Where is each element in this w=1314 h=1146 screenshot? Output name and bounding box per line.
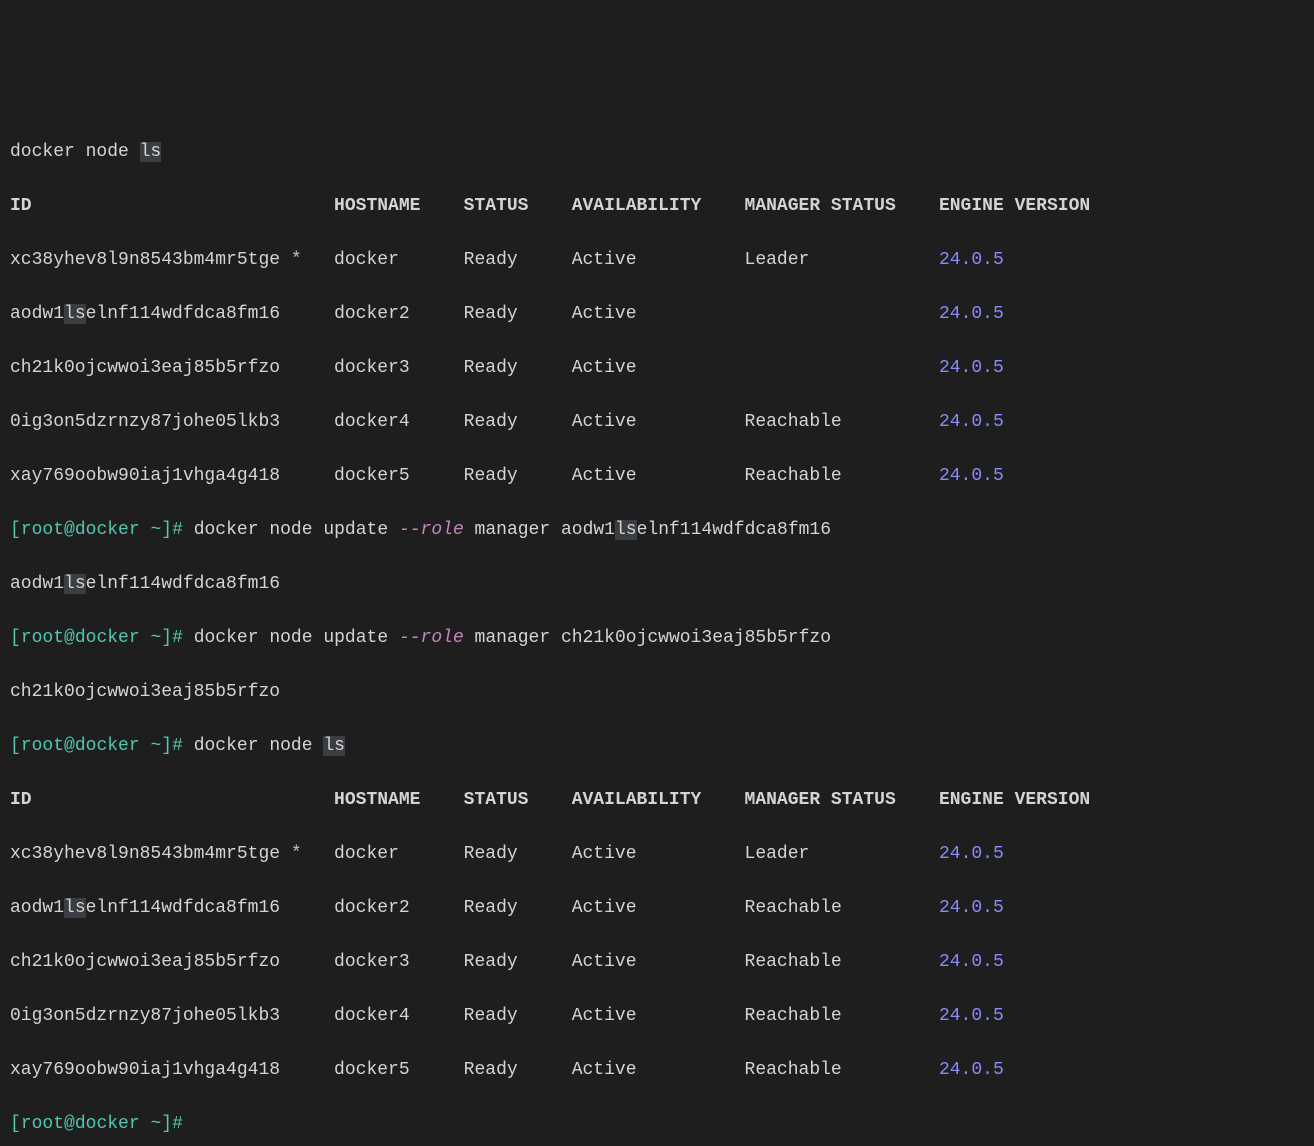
prompt-space (140, 1114, 151, 1134)
table-row: 0ig3on5dzrnzy87johe05lkb3 docker4 Ready … (10, 409, 1304, 436)
engine-version: 24.0.5 (939, 466, 1004, 486)
engine-version: 24.0.5 (939, 898, 1004, 918)
echo-text: ch21k0ojcwwoi3eaj85b5rfzo (10, 682, 280, 702)
table-row: ch21k0ojcwwoi3eaj85b5rfzo docker3 Ready … (10, 949, 1304, 976)
table-row: aodw1lselnf114wdfdca8fm16 docker2 Ready … (10, 301, 1304, 328)
row-body: aodw1lselnf114wdfdca8fm16 docker2 Ready … (10, 304, 939, 324)
table-row: xc38yhev8l9n8543bm4mr5tge * docker Ready… (10, 247, 1304, 274)
prompt-line-1: [root@docker ~]# docker node update --ro… (10, 517, 1304, 544)
search-highlight: ls (323, 736, 345, 756)
table-row: xay769oobw90iaj1vhga4g418 docker5 Ready … (10, 1057, 1304, 1084)
engine-version: 24.0.5 (939, 250, 1004, 270)
output-echo-2: ch21k0ojcwwoi3eaj85b5rfzo (10, 679, 1304, 706)
cmd-pre: docker node update (194, 520, 399, 540)
prompt-close: ] (161, 1114, 172, 1134)
prompt-open: [ (10, 1114, 21, 1134)
row-body: xc38yhev8l9n8543bm4mr5tge * docker Ready… (10, 250, 939, 270)
table-header-2: ID HOSTNAME STATUS AVAILABILITY MANAGER … (10, 787, 1304, 814)
prompt-close: ] (161, 520, 172, 540)
table-row: xay769oobw90iaj1vhga4g418 docker5 Ready … (10, 463, 1304, 490)
row-body: xay769oobw90iaj1vhga4g418 docker5 Ready … (10, 1060, 939, 1080)
prompt-user: root (21, 736, 64, 756)
prompt-at: @ (64, 1114, 75, 1134)
prompt-host: docker (75, 1114, 140, 1134)
engine-version: 24.0.5 (939, 304, 1004, 324)
output-echo-1: aodw1lselnf114wdfdca8fm16 (10, 571, 1304, 598)
engine-version: 24.0.5 (939, 1060, 1004, 1080)
cmd-text: docker node ls (10, 142, 161, 162)
engine-version: 24.0.5 (939, 844, 1004, 864)
prompt-hash: # (172, 1114, 194, 1134)
prompt-line-4[interactable]: [root@docker ~]# (10, 1111, 1304, 1138)
row-body: xc38yhev8l9n8543bm4mr5tge * docker Ready… (10, 844, 939, 864)
prompt-user: root (21, 628, 64, 648)
prompt-line-3: [root@docker ~]# docker node ls (10, 733, 1304, 760)
prompt-host: docker (75, 736, 140, 756)
engine-version: 24.0.5 (939, 1006, 1004, 1026)
prompt-open: [ (10, 628, 21, 648)
prompt-close: ] (161, 736, 172, 756)
cmd-flag: --role (399, 628, 464, 648)
echo-text: aodw1lselnf114wdfdca8fm16 (10, 574, 280, 594)
row-body: aodw1lselnf114wdfdca8fm16 docker2 Ready … (10, 898, 939, 918)
row-body: xay769oobw90iaj1vhga4g418 docker5 Ready … (10, 466, 939, 486)
search-highlight: ls (64, 898, 86, 918)
prompt-path: ~ (150, 628, 161, 648)
prompt-space (140, 628, 151, 648)
prompt-hash: # (172, 628, 194, 648)
prompt-at: @ (64, 736, 75, 756)
current-node-star-icon: * (280, 250, 302, 270)
prompt-path: ~ (150, 736, 161, 756)
prompt-host: docker (75, 520, 140, 540)
prompt-path: ~ (150, 1114, 161, 1134)
prompt-open: [ (10, 520, 21, 540)
prompt-at: @ (64, 520, 75, 540)
row-body: 0ig3on5dzrnzy87johe05lkb3 docker4 Ready … (10, 1006, 939, 1026)
search-highlight: ls (615, 520, 637, 540)
current-node-star-icon: * (280, 844, 302, 864)
prompt-hash: # (172, 736, 194, 756)
engine-version: 24.0.5 (939, 952, 1004, 972)
prompt-at: @ (64, 628, 75, 648)
cmd-text: docker node ls (194, 736, 345, 756)
search-highlight: ls (140, 142, 162, 162)
prompt-space (140, 736, 151, 756)
engine-version: 24.0.5 (939, 358, 1004, 378)
search-highlight: ls (64, 304, 86, 324)
prompt-open: [ (10, 736, 21, 756)
cmd-flag: --role (399, 520, 464, 540)
prompt-space (140, 520, 151, 540)
cmd-post: manager aodw1lselnf114wdfdca8fm16 (464, 520, 831, 540)
table-row: 0ig3on5dzrnzy87johe05lkb3 docker4 Ready … (10, 1003, 1304, 1030)
engine-version: 24.0.5 (939, 412, 1004, 432)
table-header-1: ID HOSTNAME STATUS AVAILABILITY MANAGER … (10, 193, 1304, 220)
table-row: xc38yhev8l9n8543bm4mr5tge * docker Ready… (10, 841, 1304, 868)
terminal-output[interactable]: docker node ls ID HOSTNAME STATUS AVAILA… (0, 108, 1314, 1146)
row-body: 0ig3on5dzrnzy87johe05lkb3 docker4 Ready … (10, 412, 939, 432)
prompt-line-2: [root@docker ~]# docker node update --ro… (10, 625, 1304, 652)
prompt-hash: # (172, 520, 194, 540)
cmd-pre: docker node update (194, 628, 399, 648)
prompt-path: ~ (150, 520, 161, 540)
row-body: ch21k0ojcwwoi3eaj85b5rfzo docker3 Ready … (10, 358, 939, 378)
command-line-1: docker node ls (10, 139, 1304, 166)
row-body: ch21k0ojcwwoi3eaj85b5rfzo docker3 Ready … (10, 952, 939, 972)
prompt-host: docker (75, 628, 140, 648)
prompt-close: ] (161, 628, 172, 648)
search-highlight: ls (64, 574, 86, 594)
prompt-user: root (21, 1114, 64, 1134)
table-row: aodw1lselnf114wdfdca8fm16 docker2 Ready … (10, 895, 1304, 922)
prompt-user: root (21, 520, 64, 540)
table-row: ch21k0ojcwwoi3eaj85b5rfzo docker3 Ready … (10, 355, 1304, 382)
cmd-post: manager ch21k0ojcwwoi3eaj85b5rfzo (464, 628, 831, 648)
